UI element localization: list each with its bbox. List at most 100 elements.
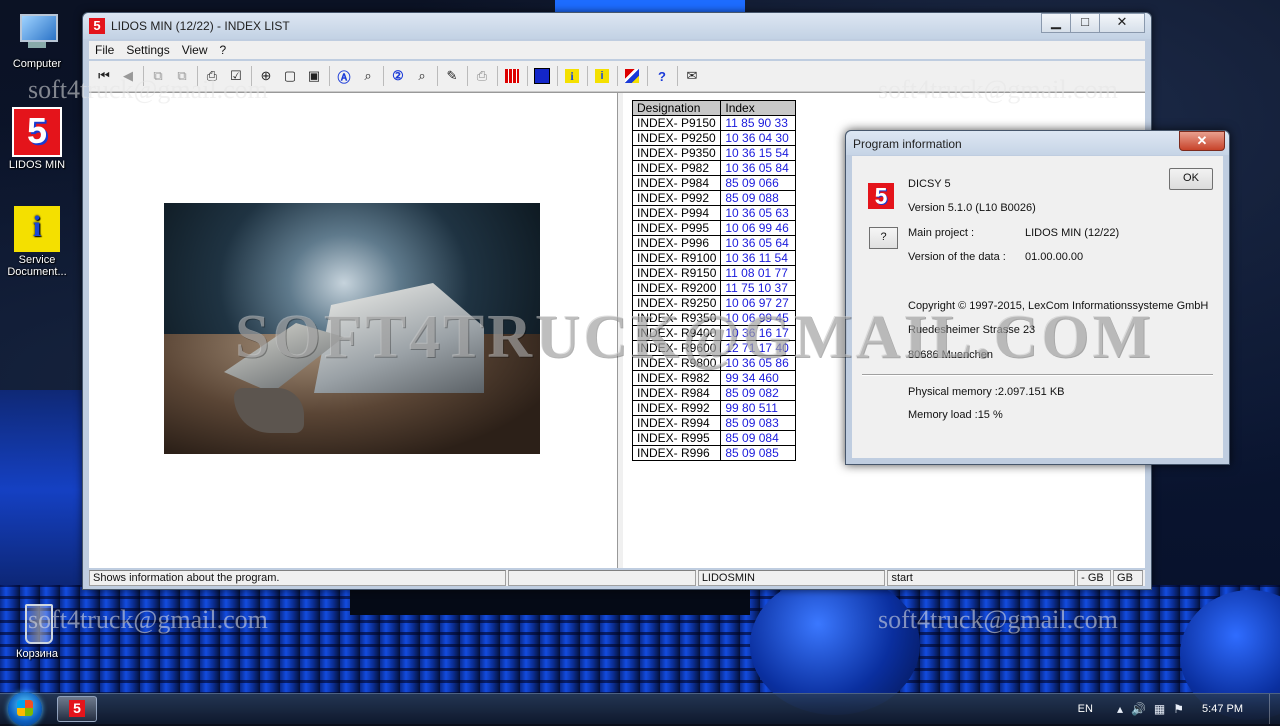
index-link[interactable]: 12 71 17 40 bbox=[720, 340, 797, 356]
table-row[interactable]: INDEX- R9600 12 71 17 40 bbox=[631, 340, 797, 356]
designation-cell[interactable]: INDEX- R9100 bbox=[631, 250, 722, 266]
designation-cell[interactable]: INDEX- R995 bbox=[631, 430, 722, 446]
dialog-titlebar[interactable]: Program information ✕ bbox=[846, 131, 1229, 155]
menu-file[interactable]: File bbox=[89, 43, 120, 57]
action-center-icon[interactable]: ⚑ bbox=[1173, 702, 1184, 716]
table-row[interactable]: INDEX- R9800 10 36 05 86 bbox=[631, 355, 797, 371]
menu-settings[interactable]: Settings bbox=[120, 43, 175, 57]
table-row[interactable]: INDEX- R9400 10 36 16 17 bbox=[631, 325, 797, 341]
desktop-icon-computer[interactable]: Computer bbox=[0, 10, 74, 70]
edit-icon[interactable]: ✎ bbox=[443, 67, 461, 85]
index-link[interactable]: 10 36 16 17 bbox=[720, 325, 797, 341]
index-link[interactable]: 11 85 90 33 bbox=[720, 115, 797, 131]
table-row[interactable]: INDEX- R9250 10 06 97 27 bbox=[631, 295, 797, 311]
start-button[interactable] bbox=[8, 692, 42, 726]
table-row[interactable]: INDEX- R992 99 80 511 bbox=[631, 400, 797, 416]
designation-cell[interactable]: INDEX- R992 bbox=[631, 400, 722, 416]
table-row[interactable]: INDEX- P996 10 36 05 64 bbox=[631, 235, 797, 251]
table-row[interactable]: INDEX- R995 85 09 084 bbox=[631, 430, 797, 446]
designation-cell[interactable]: INDEX- R994 bbox=[631, 415, 722, 431]
desktop-icon-lidos-min[interactable]: 5 LIDOS MIN bbox=[0, 107, 74, 171]
service-icon[interactable]: i bbox=[593, 67, 611, 85]
clock[interactable]: 5:47 PM bbox=[1202, 703, 1243, 715]
designation-cell[interactable]: INDEX- P9150 bbox=[631, 115, 722, 131]
ok-button[interactable]: OK bbox=[1169, 168, 1213, 190]
index-link[interactable]: 10 36 15 54 bbox=[720, 145, 797, 161]
designation-cell[interactable]: INDEX- P984 bbox=[631, 175, 722, 191]
index-link[interactable]: 10 36 04 30 bbox=[720, 130, 797, 146]
table-row[interactable]: INDEX- R996 85 09 085 bbox=[631, 445, 797, 461]
desktop-icon-service-document[interactable]: i Service Document... bbox=[0, 206, 74, 278]
designation-cell[interactable]: INDEX- R9200 bbox=[631, 280, 722, 296]
index-link[interactable]: 10 36 11 54 bbox=[720, 250, 797, 266]
mail-icon[interactable]: ✉ bbox=[683, 67, 701, 85]
volume-icon[interactable]: 🔊 bbox=[1131, 702, 1146, 716]
index-link[interactable]: 85 09 066 bbox=[720, 175, 797, 191]
grid-red-icon[interactable] bbox=[503, 67, 521, 85]
maximize-button[interactable]: □ bbox=[1070, 13, 1100, 33]
index-link[interactable]: 10 06 99 45 bbox=[720, 310, 797, 326]
grid-blue-icon[interactable] bbox=[533, 67, 551, 85]
index-link[interactable]: 99 34 460 bbox=[720, 370, 797, 386]
designation-cell[interactable]: INDEX- R9400 bbox=[631, 325, 722, 341]
designation-cell[interactable]: INDEX- P9250 bbox=[631, 130, 722, 146]
table-row[interactable]: INDEX- P9250 10 36 04 30 bbox=[631, 130, 797, 146]
search-2-alt-icon[interactable]: ⌕ bbox=[413, 67, 431, 85]
close-button[interactable]: ✕ bbox=[1099, 13, 1145, 33]
show-desktop-button[interactable] bbox=[1269, 694, 1280, 724]
index-link[interactable]: 10 06 97 27 bbox=[720, 295, 797, 311]
index-link[interactable]: 10 36 05 86 bbox=[720, 355, 797, 371]
column-header-index[interactable]: Index bbox=[720, 100, 797, 116]
designation-cell[interactable]: INDEX- R9600 bbox=[631, 340, 722, 356]
index-link[interactable]: 10 36 05 64 bbox=[720, 235, 797, 251]
page-icon[interactable]: ▢ bbox=[281, 67, 299, 85]
info-icon[interactable]: i bbox=[563, 67, 581, 85]
search-2-icon[interactable]: ② bbox=[389, 67, 407, 85]
index-link[interactable]: 85 09 085 bbox=[720, 445, 797, 461]
dialog-close-button[interactable]: ✕ bbox=[1179, 131, 1225, 151]
index-link[interactable]: 85 09 083 bbox=[720, 415, 797, 431]
search-a-alt-icon[interactable]: ⌕ bbox=[359, 67, 377, 85]
tray-expand-icon[interactable]: ▴ bbox=[1117, 702, 1123, 716]
designation-cell[interactable]: INDEX- P994 bbox=[631, 205, 722, 221]
index-link[interactable]: 99 80 511 bbox=[720, 400, 797, 416]
search-a-icon[interactable]: Ⓐ bbox=[335, 67, 353, 85]
table-row[interactable]: INDEX- P994 10 36 05 63 bbox=[631, 205, 797, 221]
index-link[interactable]: 10 06 99 46 bbox=[720, 220, 797, 236]
table-row[interactable]: INDEX- P984 85 09 066 bbox=[631, 175, 797, 191]
language-indicator[interactable]: EN bbox=[1078, 703, 1093, 715]
table-row[interactable]: INDEX- P9150 11 85 90 33 bbox=[631, 115, 797, 131]
table-row[interactable]: INDEX- P992 85 09 088 bbox=[631, 190, 797, 206]
column-header-designation[interactable]: Designation bbox=[631, 100, 722, 116]
designation-cell[interactable]: INDEX- P9350 bbox=[631, 145, 722, 161]
help-button[interactable]: ? bbox=[869, 227, 898, 249]
table-row[interactable]: INDEX- P982 10 36 05 84 bbox=[631, 160, 797, 176]
designation-cell[interactable]: INDEX- R982 bbox=[631, 370, 722, 386]
table-row[interactable]: INDEX- R994 85 09 083 bbox=[631, 415, 797, 431]
designation-cell[interactable]: INDEX- R9350 bbox=[631, 310, 722, 326]
designation-cell[interactable]: INDEX- P982 bbox=[631, 160, 722, 176]
menu-view[interactable]: View bbox=[176, 43, 214, 57]
designation-cell[interactable]: INDEX- R9250 bbox=[631, 295, 722, 311]
table-row[interactable]: INDEX- P9350 10 36 15 54 bbox=[631, 145, 797, 161]
designation-cell[interactable]: INDEX- P996 bbox=[631, 235, 722, 251]
index-link[interactable]: 11 08 01 77 bbox=[720, 265, 797, 281]
index-link[interactable]: 10 36 05 84 bbox=[720, 160, 797, 176]
minimize-button[interactable]: ▁ bbox=[1041, 13, 1071, 33]
table-row[interactable]: INDEX- P995 10 06 99 46 bbox=[631, 220, 797, 236]
index-link[interactable]: 11 75 10 37 bbox=[720, 280, 797, 296]
table-row[interactable]: INDEX- R9350 10 06 99 45 bbox=[631, 310, 797, 326]
help-query-icon[interactable]: ? bbox=[653, 67, 671, 85]
flags-icon[interactable] bbox=[623, 67, 641, 85]
designation-cell[interactable]: INDEX- P992 bbox=[631, 190, 722, 206]
menu-help[interactable]: ? bbox=[214, 43, 233, 57]
index-link[interactable]: 85 09 088 bbox=[720, 190, 797, 206]
designation-cell[interactable]: INDEX- P995 bbox=[631, 220, 722, 236]
designation-cell[interactable]: INDEX- R9800 bbox=[631, 355, 722, 371]
table-row[interactable]: INDEX- R9200 11 75 10 37 bbox=[631, 280, 797, 296]
index-link[interactable]: 10 36 05 63 bbox=[720, 205, 797, 221]
designation-cell[interactable]: INDEX- R984 bbox=[631, 385, 722, 401]
page-copy-icon[interactable]: ▣ bbox=[305, 67, 323, 85]
network-icon[interactable]: ▦ bbox=[1154, 702, 1165, 716]
table-row[interactable]: INDEX- R9100 10 36 11 54 bbox=[631, 250, 797, 266]
